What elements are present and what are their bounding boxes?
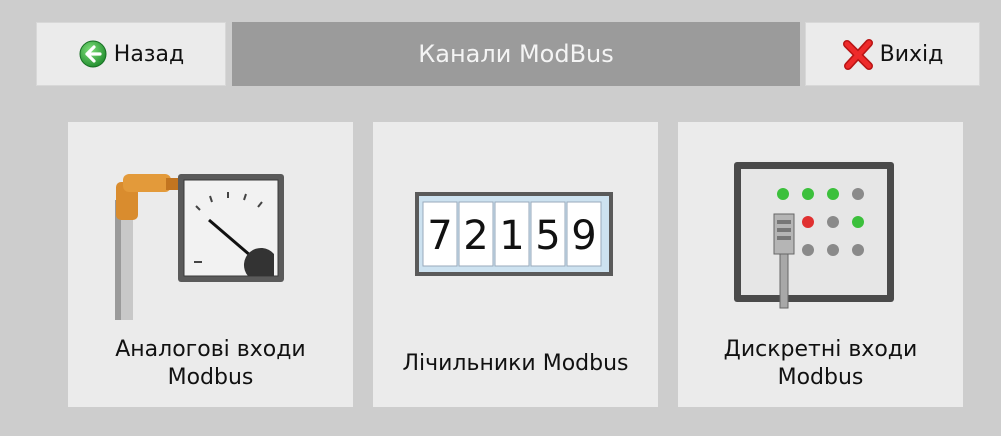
back-button-label: Назад [113,41,185,67]
counter-display-icon: 7 2 1 5 9 [373,122,658,332]
back-button[interactable]: Назад [36,22,226,86]
page-title: Канали ModBus [232,22,800,86]
red-x-icon [842,38,874,70]
counter-digit: 5 [535,213,560,259]
discrete-input-panel-icon [678,122,963,332]
screen-frame: Назад Канали ModBus Вихід Аналогові вход… [8,4,992,428]
tile-counters[interactable]: 7 2 1 5 9 Лічильники Modbus [373,122,658,407]
tile-analog-label: Аналогові входи Modbus [115,337,306,390]
exit-button-label: Вихід [879,41,944,67]
tile-discrete-inputs[interactable]: Дискретні входи Modbus [678,122,963,407]
counter-digit: 2 [463,213,488,259]
exit-button[interactable]: Вихід [805,22,980,86]
counter-digit: 9 [571,213,596,259]
arrow-left-circle-icon [78,39,108,69]
analog-gauge-sensor-icon [68,122,353,332]
counter-digit: 1 [499,213,524,259]
tile-counters-label: Лічильники Modbus [402,351,629,376]
counter-digit: 7 [427,213,452,259]
tile-analog-inputs[interactable]: Аналогові входи Modbus [68,122,353,407]
tile-discrete-label: Дискретні входи Modbus [723,337,918,390]
